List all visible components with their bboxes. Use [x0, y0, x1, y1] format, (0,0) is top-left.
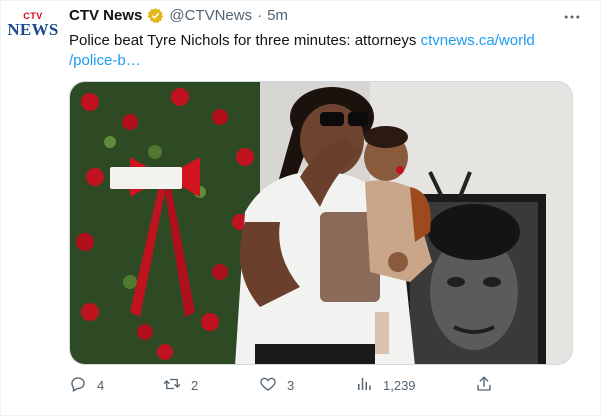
verified-badge-icon[interactable] — [147, 7, 164, 24]
retweet-button[interactable]: 2 — [163, 375, 198, 396]
reply-icon — [69, 375, 87, 396]
tweet-text: Police beat Tyre Nichols for three minut… — [69, 31, 569, 71]
retweet-icon — [163, 375, 181, 396]
retweet-count: 2 — [191, 378, 199, 393]
share-icon — [475, 375, 493, 396]
ctv-news-logo: NEWS — [7, 20, 59, 39]
photo-illustration — [70, 82, 572, 364]
tweet-card[interactable]: CTV NEWS CTV News @CTVNews · 5m Police b… — [0, 0, 601, 416]
like-count: 3 — [287, 378, 295, 393]
tweet-header: CTV News @CTVNews · 5m — [69, 7, 288, 24]
views-count: 1,239 — [383, 378, 416, 393]
display-name[interactable]: CTV News — [69, 7, 142, 24]
share-button[interactable] — [475, 375, 493, 396]
reply-count: 4 — [97, 378, 105, 393]
heart-icon — [259, 375, 277, 396]
separator-dot: · — [257, 7, 263, 24]
article-link-continued[interactable]: /police-b… — [69, 52, 141, 69]
more-options-icon[interactable] — [562, 7, 582, 32]
like-button[interactable]: 3 — [259, 375, 294, 396]
tweet-photo[interactable] — [69, 81, 573, 365]
account-handle[interactable]: @CTVNews — [169, 7, 252, 24]
views-icon — [355, 375, 373, 396]
views-button[interactable]: 1,239 — [355, 375, 416, 396]
tweet-actions: 4 2 3 1,239 — [69, 375, 509, 401]
reply-button[interactable]: 4 — [69, 375, 104, 396]
timestamp[interactable]: 5m — [267, 7, 288, 24]
avatar[interactable]: CTV NEWS — [7, 11, 59, 59]
tweet-body: Police beat Tyre Nichols for three minut… — [69, 32, 421, 49]
article-link[interactable]: ctvnews.ca/world — [421, 32, 535, 49]
